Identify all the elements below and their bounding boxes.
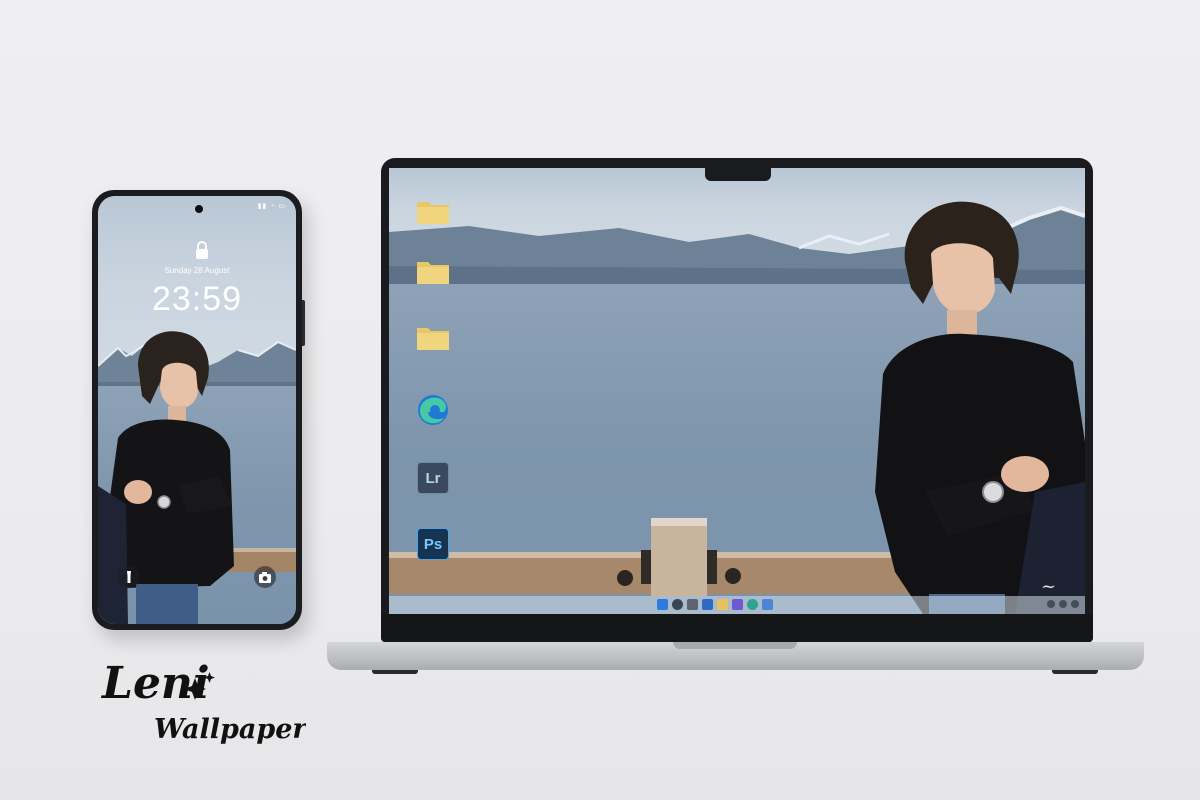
lightroom-icon: Lr (417, 462, 449, 494)
store-icon[interactable] (762, 599, 773, 610)
laptop-base (327, 642, 1144, 670)
camera-shortcut[interactable] (254, 566, 276, 588)
desktop-folder-1[interactable] (413, 192, 453, 232)
desktop-lightroom[interactable]: Lr (413, 458, 453, 498)
lock-screen-date: Sunday 28 August (164, 266, 230, 275)
laptop-open-groove (673, 642, 797, 649)
edge-browser-icon (418, 395, 448, 425)
desktop-photoshop[interactable]: Ps (413, 524, 453, 564)
file-explorer-icon[interactable] (717, 599, 728, 610)
chat-icon[interactable] (732, 599, 743, 610)
system-tray (1047, 600, 1079, 608)
lock-icon (196, 241, 208, 259)
phone-lock-screen: ▮▮ ◔ ▭ Sunday 28 August 23:59 (98, 196, 296, 624)
volume-icon[interactable] (1059, 600, 1067, 608)
desktop-edge[interactable] (413, 390, 453, 430)
svg-text:~: ~ (1041, 576, 1056, 597)
logo-line-2: Wallpapers (154, 714, 306, 745)
laptop-foot-right (1052, 670, 1098, 674)
task-view-icon[interactable] (687, 599, 698, 610)
taskbar-apps (657, 599, 773, 610)
phone-mockup: ▮▮ ◔ ▭ Sunday 28 August 23:59 (92, 190, 305, 630)
folder-icon (417, 328, 449, 350)
desktop-folder-3[interactable] (413, 318, 453, 358)
leni-wallpapers-logo: Leni Wallpapers (100, 658, 306, 745)
widgets-icon[interactable] (702, 599, 713, 610)
phone-status-icons: ▮▮ ◔ ▭ (257, 203, 286, 210)
search-icon[interactable] (672, 599, 683, 610)
camera-icon (259, 572, 271, 583)
battery-icon[interactable] (1071, 600, 1079, 608)
start-icon[interactable] (657, 599, 668, 610)
wifi-icon[interactable] (1047, 600, 1055, 608)
lock-screen-time: 23:59 (151, 280, 243, 318)
laptop-desktop: ~ Lr Ps (389, 168, 1085, 614)
laptop-bezel-chin (381, 614, 1093, 642)
laptop-mockup: ~ Lr Ps (381, 158, 1093, 642)
desktop-folder-2[interactable] (413, 252, 453, 292)
laptop-wallpaper-person: ~ (875, 201, 1085, 614)
showcase-stage: ▮▮ ◔ ▭ Sunday 28 August 23:59 ~ Lr Ps Le… (0, 0, 1200, 800)
laptop-notch (705, 168, 771, 181)
folder-icon (417, 262, 449, 284)
phone-side-button (302, 300, 305, 346)
taskbar (389, 596, 1085, 614)
edge-taskbar-icon[interactable] (747, 599, 758, 610)
photoshop-icon: Ps (417, 528, 449, 560)
laptop-foot-left (372, 670, 418, 674)
flashlight-shortcut[interactable] (118, 566, 140, 588)
folder-icon (417, 202, 449, 224)
flashlight-icon (127, 571, 131, 583)
phone-front-camera (195, 205, 203, 213)
